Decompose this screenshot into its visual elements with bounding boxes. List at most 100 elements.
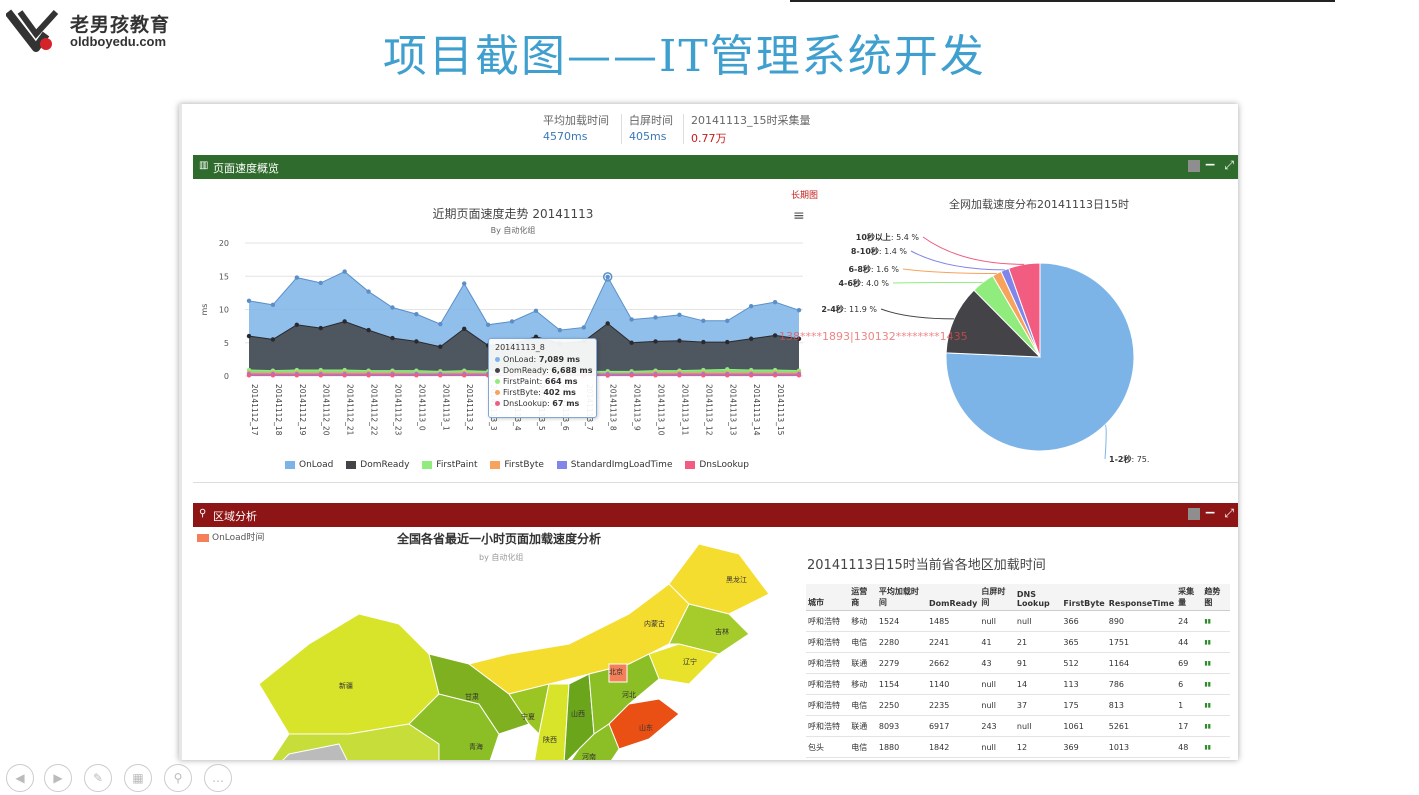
data-point <box>772 373 778 378</box>
col-header[interactable]: DomReady <box>926 584 980 611</box>
table-cell: 呼和浩特 <box>806 694 850 716</box>
data-point <box>653 315 658 320</box>
legend-item[interactable]: DomReady <box>346 460 409 470</box>
legend-item[interactable]: DnsLookup <box>685 460 749 470</box>
table-cell: 243 <box>979 715 1015 737</box>
more-icon[interactable]: … <box>204 764 232 792</box>
data-point <box>725 339 730 345</box>
map-label: 河南 <box>582 752 596 760</box>
trend-bars-icon[interactable]: ▮▮ <box>1202 610 1230 632</box>
collapse-icon[interactable]: − <box>1204 157 1216 173</box>
table-row[interactable]: 呼和浩特 联通 8093 6917 243 null 1061 5261 17 ▮▮ <box>806 715 1230 737</box>
table-cell: 呼和浩特 <box>806 631 850 653</box>
trend-bars-icon[interactable]: ▮▮ <box>1202 631 1230 653</box>
map-label: 辽宁 <box>683 657 697 666</box>
table-row[interactable]: 呼和浩特 电信 2280 2241 41 21 365 1751 44 ▮▮ <box>806 631 1230 653</box>
table-cell: 1 <box>1176 694 1203 716</box>
col-header[interactable]: 平均加载时间 <box>876 584 927 611</box>
collapse-icon[interactable]: − <box>1204 505 1216 521</box>
data-point <box>294 322 300 327</box>
panel-header-speed: ▥ 页面速度概览 − ⤢ <box>193 155 1238 179</box>
table-cell: 366 <box>1061 610 1107 632</box>
data-point <box>246 373 252 378</box>
col-header[interactable]: DNS Lookup <box>1014 584 1062 611</box>
table-cell: 37 <box>1014 694 1062 716</box>
legend-item[interactable]: FirstByte <box>490 460 544 470</box>
data-point <box>581 325 586 330</box>
table-row[interactable]: 呼和浩特 电信 2250 2235 null 37 175 813 1 ▮▮ <box>806 694 1230 716</box>
table-cell: 1485 <box>926 610 980 632</box>
table-cell: 2279 <box>876 652 927 674</box>
table-cell: 1751 <box>1106 631 1177 653</box>
china-map: 黑龙江 内蒙古 吉林 新疆 甘肃 辽宁 北京 河北 宁夏 山西 山东 青海 陕西… <box>258 543 769 760</box>
pie-connector <box>880 308 955 320</box>
table-cell: 512 <box>1061 652 1107 674</box>
expand-icon[interactable]: ⤢ <box>1224 506 1234 521</box>
y-tick-label: 0 <box>224 372 229 381</box>
trend-bars-icon[interactable]: ▮▮ <box>1202 715 1230 737</box>
legend-item[interactable]: FirstPaint <box>422 460 478 470</box>
legend-item[interactable]: OnLoad <box>285 460 333 470</box>
data-point <box>246 333 252 339</box>
pie-label-value: : 75.7 % <box>1131 455 1149 464</box>
pie-label: 2-4秒: 11.9 % <box>821 304 877 314</box>
pie-connector <box>902 268 997 275</box>
col-header[interactable]: FirstByte <box>1061 584 1107 611</box>
data-point <box>342 373 347 378</box>
next-slide-icon[interactable]: ▶ <box>44 764 72 792</box>
table-row[interactable]: 呼和浩特 移动 1154 1140 null 14 113 786 6 ▮▮ <box>806 673 1230 695</box>
data-point <box>509 319 515 324</box>
x-tick-label: 20141113_2 <box>465 384 474 431</box>
section-divider <box>193 482 1238 483</box>
x-tick-label: 20141113_9 <box>633 384 642 431</box>
zoom-icon[interactable]: ⚲ <box>164 764 192 792</box>
table-cell: 890 <box>1106 610 1177 632</box>
col-header[interactable]: 运营商 <box>849 584 877 611</box>
prev-slide-icon[interactable]: ◀ <box>6 764 34 792</box>
legend-item[interactable]: StandardImgLoadTime <box>556 460 672 470</box>
trend-bars-icon[interactable]: ▮▮ <box>1202 694 1230 716</box>
table-row[interactable]: 包头 电信 1880 1842 null 12 369 1013 48 ▮▮ <box>806 736 1230 758</box>
trend-bars-icon[interactable]: ▮▮ <box>1202 673 1230 695</box>
table-cell: 2662 <box>926 652 980 674</box>
trend-bars-icon[interactable]: ▮▮ <box>1202 736 1230 758</box>
col-header[interactable]: ResponseTime <box>1106 584 1177 611</box>
chart-legend: OnLoad DomReady FirstPaint FirstByte Sta… <box>285 460 759 470</box>
data-point <box>390 305 395 310</box>
settings-square-icon[interactable] <box>1188 160 1200 172</box>
table-cell: 2280 <box>876 631 927 653</box>
x-tick-label: 20141113_15 <box>776 384 785 436</box>
table-row[interactable]: 呼和浩特 联通 2279 2662 43 91 512 1164 69 ▮▮ <box>806 652 1230 674</box>
table-row[interactable]: 呼和浩特 移动 1524 1485 null null 366 890 24 ▮▮ <box>806 610 1230 632</box>
table-cell: null <box>1014 610 1062 632</box>
trend-bars-icon[interactable]: ▮▮ <box>1202 652 1230 674</box>
col-header[interactable]: 城市 <box>806 584 850 611</box>
data-point <box>629 317 634 322</box>
data-point <box>485 322 491 327</box>
table-cell: 786 <box>1106 673 1177 695</box>
col-header[interactable]: 白屏时间 <box>979 584 1015 611</box>
stat-collection: 20141113_15时采集量 0.77万 <box>691 112 811 146</box>
data-point <box>342 319 347 324</box>
data-point <box>653 373 658 378</box>
slides-grid-icon[interactable]: ▦ <box>124 764 152 792</box>
chart-subtitle: By 自动化组 <box>491 225 536 235</box>
pen-icon[interactable]: ✎ <box>84 764 112 792</box>
chart-menu-icon[interactable]: ≡ <box>793 208 805 224</box>
data-point <box>414 339 419 344</box>
data-point <box>677 338 682 343</box>
table-cell: 44 <box>1176 631 1203 653</box>
region-xinjiang <box>258 613 440 735</box>
data-point <box>701 373 706 378</box>
data-point <box>270 373 276 378</box>
data-point <box>318 325 323 331</box>
col-header[interactable]: 采集量 <box>1176 584 1203 611</box>
stat-value: 4570ms <box>543 130 588 143</box>
stat-value: 405ms <box>629 130 667 143</box>
settings-square-icon[interactable] <box>1188 508 1200 520</box>
tooltip-row: FirstPaint: 664 ms <box>495 377 577 386</box>
col-header[interactable]: 趋势图 <box>1202 584 1230 611</box>
data-point <box>270 337 276 342</box>
data-point <box>701 339 706 345</box>
expand-icon[interactable]: ⤢ <box>1224 158 1234 173</box>
